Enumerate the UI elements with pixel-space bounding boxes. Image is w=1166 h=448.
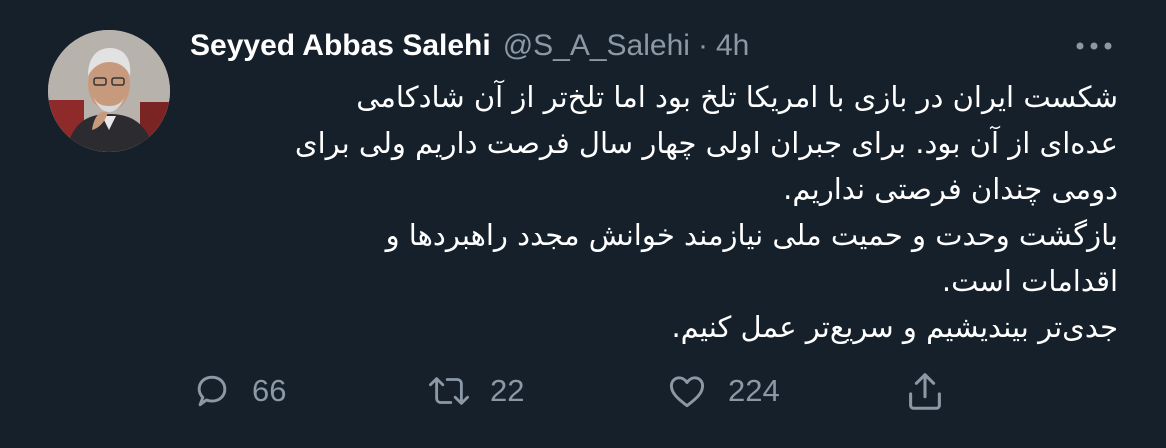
tweet: Seyyed Abbas Salehi @S_A_Salehi · 4h شکس… bbox=[0, 0, 1166, 448]
avatar[interactable] bbox=[48, 30, 170, 152]
like-count: 224 bbox=[728, 373, 780, 408]
timestamp[interactable]: 4h bbox=[716, 29, 749, 63]
reply-icon bbox=[190, 369, 234, 413]
retweet-button[interactable]: 22 bbox=[426, 366, 524, 416]
tweet-text-line: بازگشت وحدت و حمیت ملی نیازمند خوانش مجد… bbox=[385, 218, 1118, 252]
retweet-icon bbox=[426, 369, 472, 413]
reply-button[interactable]: 66 bbox=[190, 366, 286, 416]
tweet-text-line: اقدامات است. bbox=[941, 264, 1118, 298]
avatar-image bbox=[48, 30, 170, 152]
action-bar: 66 22 224 bbox=[190, 366, 960, 416]
author-handle[interactable]: @S_A_Salehi bbox=[503, 29, 690, 63]
share-icon bbox=[902, 368, 948, 414]
tweet-header: Seyyed Abbas Salehi @S_A_Salehi · 4h bbox=[190, 24, 749, 68]
heart-icon bbox=[664, 369, 710, 413]
author-name[interactable]: Seyyed Abbas Salehi bbox=[190, 29, 491, 63]
retweet-count: 22 bbox=[490, 373, 525, 408]
tweet-text-line: شکست ایران در بازی با امریکا تلخ بود اما… bbox=[356, 80, 1118, 114]
tweet-text-line: دومی چندان فرصتی نداریم. bbox=[783, 172, 1118, 206]
ellipsis-icon bbox=[1074, 40, 1114, 52]
separator-dot: · bbox=[697, 29, 708, 62]
share-button[interactable] bbox=[902, 366, 948, 416]
like-button[interactable]: 224 bbox=[664, 366, 780, 416]
reply-count: 66 bbox=[252, 373, 287, 408]
more-options-button[interactable] bbox=[1066, 26, 1122, 66]
tweet-text: شکست ایران در بازی با امریکا تلخ بود اما… bbox=[190, 74, 1118, 350]
tweet-text-line: جدی‌تر بیندیشیم و سریع‌تر عمل کنیم. bbox=[671, 310, 1118, 344]
tweet-text-line: عده‌ای از آن بود. برای جبران اولی چهار س… bbox=[294, 126, 1118, 160]
